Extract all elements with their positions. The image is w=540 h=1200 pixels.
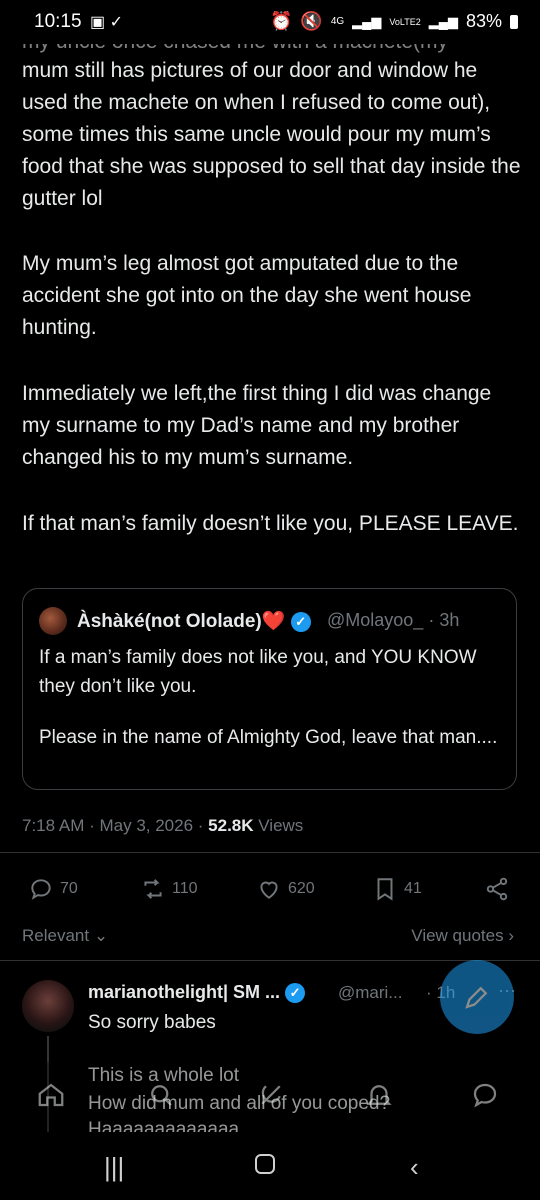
reply-sort-dropdown[interactable]: Relevant ⌄ bbox=[22, 926, 108, 946]
search-icon[interactable] bbox=[146, 1080, 176, 1110]
tweet-paragraph-1: mum still has pictures of our door and w… bbox=[22, 59, 521, 210]
verified-badge-icon: ✓ bbox=[285, 983, 306, 1004]
reply-count: 70 bbox=[60, 880, 78, 897]
bottom-nav bbox=[0, 1062, 540, 1132]
view-quotes-link[interactable]: View quotes › bbox=[411, 926, 514, 946]
chevron-right-icon: › bbox=[503, 926, 514, 945]
share-icon bbox=[486, 877, 508, 901]
divider bbox=[0, 960, 540, 961]
volte-label: VoLTE2 bbox=[389, 16, 421, 27]
heart-icon bbox=[260, 881, 278, 899]
view-quotes-label: View quotes bbox=[411, 926, 504, 945]
reply-author-name-text: marianothelight| SM ... bbox=[88, 982, 281, 1002]
home-icon[interactable] bbox=[36, 1080, 66, 1110]
quoted-tweet-card[interactable]: Àshàké(not Ololade)❤️ ✓ @Molayoo_ · 3h I… bbox=[22, 588, 517, 790]
bookmark-count: 41 bbox=[404, 880, 422, 897]
quoted-author-name[interactable]: Àshàké(not Ololade)❤️ ✓ bbox=[77, 609, 311, 633]
bookmark-icon bbox=[377, 878, 393, 901]
tweet-paragraph-3: Immediately we left,the first thing I di… bbox=[22, 382, 492, 469]
battery-percent: 83% bbox=[465, 11, 502, 31]
battery-icon bbox=[510, 14, 518, 29]
divider bbox=[0, 852, 540, 853]
quoted-tweet-text-line-1: If a man’s family does not like you, and… bbox=[39, 647, 477, 697]
messages-icon[interactable] bbox=[470, 1080, 500, 1110]
status-time: 10:15 bbox=[34, 11, 82, 32]
quoted-tweet-text-line-2: Please in the name of Almighty God, leav… bbox=[39, 727, 498, 748]
tweet-paragraph-2: My mum’s leg almost got amputated due to… bbox=[22, 252, 472, 339]
gallery-icon: ▣ bbox=[90, 14, 106, 31]
like-count: 620 bbox=[288, 880, 315, 897]
reply-author-handle: @mari... bbox=[338, 983, 403, 1002]
tweet-meta: 7:18 AM · May 3, 2026 · 52.8K Views bbox=[22, 816, 303, 836]
compose-icon bbox=[465, 986, 488, 1009]
reply-button[interactable]: 70 bbox=[28, 876, 78, 902]
reply-sort-label: Relevant bbox=[22, 926, 90, 945]
status-bar: 10:15 ▣ ✓ ⏰ 🔇 4G ▂▄▆ VoLTE2 ▂▄▆ 83% bbox=[0, 0, 540, 44]
like-button[interactable]: 620 bbox=[256, 876, 315, 902]
quoted-author-avatar[interactable] bbox=[39, 607, 67, 635]
tweet-action-bar: 70 110 620 41 bbox=[22, 876, 518, 912]
download-done-icon: ✓ bbox=[109, 14, 123, 31]
views-label: Views bbox=[253, 816, 304, 835]
notifications-icon[interactable] bbox=[364, 1080, 394, 1110]
grok-icon[interactable] bbox=[256, 1080, 286, 1110]
views-count: 52.8K bbox=[208, 816, 254, 835]
tweet-timestamp[interactable]: 7:18 AM · May 3, 2026 · bbox=[22, 816, 208, 835]
recent-apps-icon[interactable]: ||| bbox=[104, 1152, 124, 1183]
reply-author-name[interactable]: marianothelight| SM ... ✓ bbox=[88, 982, 306, 1004]
bookmark-button[interactable]: 41 bbox=[372, 876, 422, 902]
status-right: ⏰ 🔇 4G ▂▄▆ VoLTE2 ▂▄▆ 83% bbox=[270, 11, 518, 32]
reply-icon bbox=[31, 879, 51, 900]
signal-icon: ▂▄▆ bbox=[352, 13, 382, 29]
quoted-tweet-text: If a man’s family does not like you, and… bbox=[39, 643, 509, 752]
home-button-icon[interactable] bbox=[255, 1154, 275, 1174]
quoted-author-name-text: Àshàké(not Ololade)❤️ bbox=[77, 611, 286, 632]
network-label: 4G bbox=[330, 16, 345, 27]
alarm-icon: ⏰ bbox=[269, 11, 293, 31]
tweet-paragraph-4: If that man’s family doesn’t like you, P… bbox=[22, 512, 519, 535]
reply-author-avatar[interactable] bbox=[22, 980, 74, 1032]
signal-icon-2: ▂▄▆ bbox=[428, 13, 458, 29]
back-icon[interactable]: ‹ bbox=[410, 1152, 419, 1183]
repost-icon bbox=[144, 879, 162, 899]
chevron-down-icon: ⌄ bbox=[89, 926, 109, 945]
system-nav-bar: ||| ‹ bbox=[0, 1132, 540, 1200]
quoted-author-handle-time: @Molayoo_ · 3h bbox=[327, 610, 460, 630]
status-notification-icons: ▣ ✓ bbox=[90, 12, 123, 32]
share-button[interactable] bbox=[484, 876, 510, 902]
repost-count: 110 bbox=[172, 880, 198, 897]
repost-button[interactable]: 110 bbox=[140, 876, 198, 902]
mute-icon: 🔇 bbox=[300, 11, 323, 31]
verified-badge-icon: ✓ bbox=[290, 611, 311, 632]
compose-button[interactable] bbox=[440, 960, 514, 1034]
